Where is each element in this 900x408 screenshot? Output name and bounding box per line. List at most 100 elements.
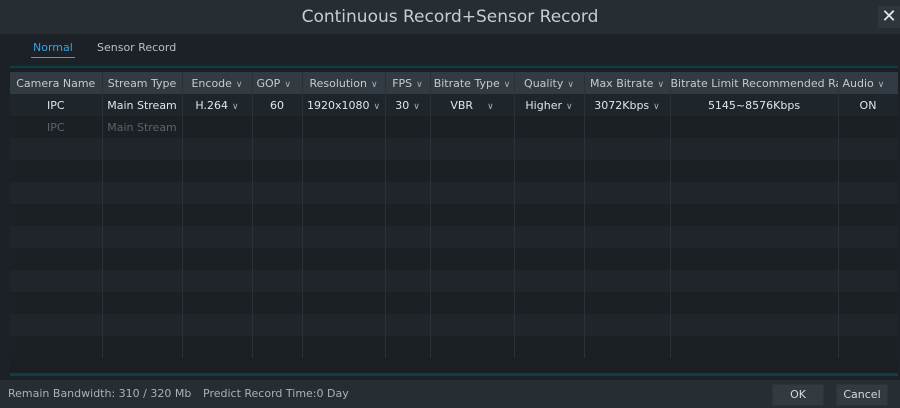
col-max-bitrate[interactable]: Max Bitrate ∨ [584,72,671,94]
stream-settings-table: Camera Name Stream Type Encode ∨ GOP ∨ Res… [10,72,898,358]
cell-empty [670,248,839,270]
cell-empty [514,336,585,358]
table-row [10,226,898,248]
cancel-button[interactable]: Cancel [836,384,888,406]
col-fps[interactable]: FPS ∨ [385,72,431,94]
table-row[interactable]: IPC Main Stream H.264 ∨ 60 1920x1080 ∨ 30 ∨… [10,94,898,116]
chevron-down-icon[interactable]: ∨ [236,80,243,90]
max-bitrate-select[interactable]: 3072Kbps ∨ [584,94,671,116]
col-label: Encode [191,76,232,90]
table-header: Camera Name Stream Type Encode ∨ GOP ∨ Res… [10,72,898,94]
cell-empty [182,116,253,138]
chevron-down-icon[interactable]: ∨ [653,102,660,112]
cell-empty [385,116,431,138]
cell-empty [584,226,671,248]
cell-camera-name: IPC [10,116,103,138]
cell-bitrate-limit: 5145~8576Kbps [670,94,839,116]
close-icon[interactable]: ✕ [878,6,900,28]
chevron-down-icon[interactable]: ∨ [284,80,291,90]
dialog-title: Continuous Record+Sensor Record [301,7,599,27]
cell-empty [10,248,103,270]
encode-select[interactable]: H.264 ∨ [182,94,253,116]
cell-empty [514,204,585,226]
cell-empty [10,204,103,226]
cell-empty [302,314,386,336]
cell-value: 3072Kbps [594,98,650,112]
cell-empty [838,138,898,160]
cell-empty [182,248,253,270]
fps-select[interactable]: 30 ∨ [385,94,431,116]
col-gop[interactable]: GOP ∨ [252,72,303,94]
cell-empty [102,226,183,248]
cell-empty [514,160,585,182]
title-bar: Continuous Record+Sensor Record ✕ [0,0,900,34]
table-row [10,160,898,182]
cell-empty [670,314,839,336]
chevron-down-icon[interactable]: ∨ [567,80,574,90]
cell-empty [182,336,253,358]
gop-field[interactable]: 60 [252,94,303,116]
col-resolution[interactable]: Resolution ∨ [302,72,386,94]
ok-button[interactable]: OK [772,384,824,406]
cell-empty [838,336,898,358]
quality-select[interactable]: Higher ∨ [514,94,585,116]
chevron-down-icon[interactable]: ∨ [657,80,664,90]
cell-empty [430,270,515,292]
col-stream-type: Stream Type [102,72,183,94]
cell-empty [385,226,431,248]
chevron-down-icon[interactable]: ∨ [232,102,239,112]
chevron-down-icon[interactable]: ∨ [566,102,573,112]
table-row [10,248,898,270]
chevron-down-icon[interactable]: ∨ [413,102,420,112]
cell-empty [430,204,515,226]
bitrate-type-select[interactable]: VBR ∨ [430,94,515,116]
cell-empty [102,292,183,314]
chevron-down-icon[interactable]: ∨ [416,80,423,90]
cell-empty [584,336,671,358]
cell-empty [838,248,898,270]
col-bitrate-type[interactable]: Bitrate Type ∨ [430,72,515,94]
chevron-down-icon[interactable]: ∨ [373,102,380,112]
audio-select[interactable]: ON [838,94,898,116]
chevron-down-icon[interactable]: ∨ [371,80,378,90]
resolution-select[interactable]: 1920x1080 ∨ [302,94,386,116]
cell-stream-type: Main Stream [102,94,183,116]
tab-bar: Normal Sensor Record [0,34,900,61]
table-row[interactable]: IPC Main Stream [10,116,898,138]
cell-empty [302,292,386,314]
tab-sensor-record[interactable]: Sensor Record [97,34,176,61]
col-label: Bitrate Limit Recommended Ran... [670,76,838,90]
cell-empty [385,314,431,336]
col-encode[interactable]: Encode ∨ [182,72,253,94]
panel-top-rule [10,66,898,68]
cell-empty [584,116,671,138]
cell-empty [182,204,253,226]
table-row [10,292,898,314]
chevron-down-icon[interactable]: ∨ [878,80,885,90]
chevron-down-icon[interactable]: ∨ [487,102,494,112]
cell-empty [838,270,898,292]
col-label: Max Bitrate [589,76,654,90]
footer-bar: Remain Bandwidth: 310 / 320 Mb Predict R… [0,380,900,408]
cell-empty [385,336,431,358]
cell-empty [584,160,671,182]
cell-empty [102,138,183,160]
cell-empty [670,160,839,182]
cell-empty [514,314,585,336]
cell-empty [252,160,303,182]
col-quality[interactable]: Quality ∨ [514,72,585,94]
cell-empty [182,138,253,160]
cell-empty [302,138,386,160]
cell-empty [430,226,515,248]
chevron-down-icon[interactable]: ∨ [504,80,511,90]
cell-empty [385,160,431,182]
cell-empty [102,248,183,270]
cell-empty [302,336,386,358]
cell-camera-name: IPC [10,94,103,116]
cell-empty [514,292,585,314]
tab-normal[interactable]: Normal [31,34,75,61]
cell-empty [102,182,183,204]
cell-empty [182,314,253,336]
col-audio[interactable]: Audio ∨ [838,72,898,94]
col-label: GOP [256,76,281,90]
